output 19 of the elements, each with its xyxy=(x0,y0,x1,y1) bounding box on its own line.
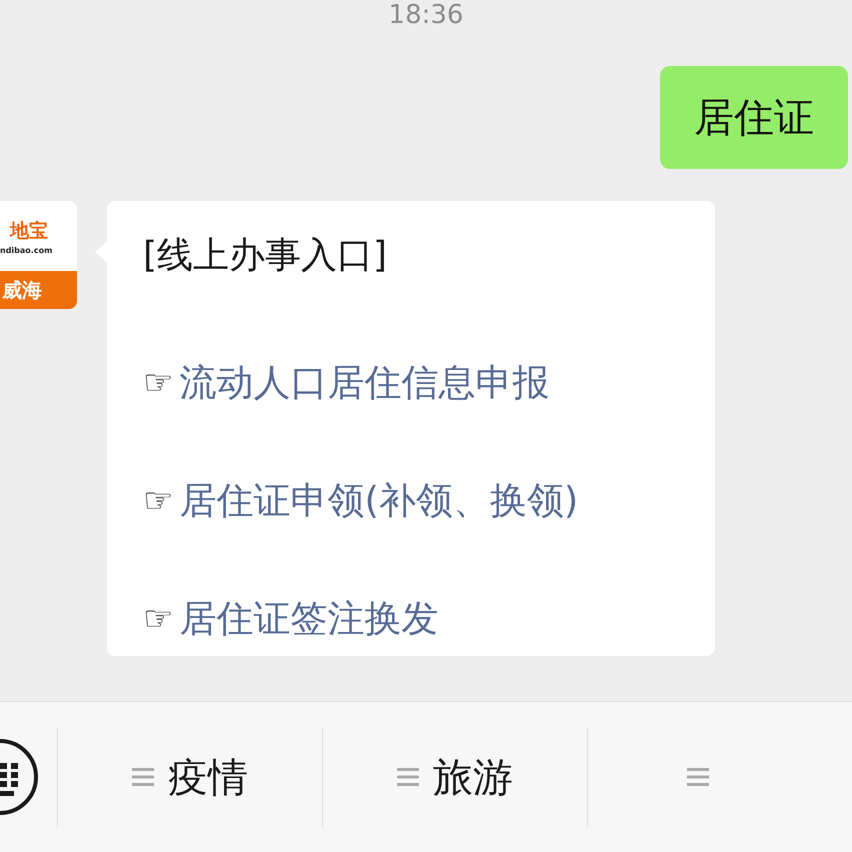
service-link[interactable]: 居住证申领(补领、换领) xyxy=(179,476,578,526)
sent-message-bubble: 居住证 xyxy=(660,66,848,169)
service-link[interactable]: 流动人口居住信息申报 xyxy=(179,358,550,408)
menu-icon xyxy=(132,766,154,788)
menu-tab[interactable]: 疫情 xyxy=(56,727,322,827)
pointing-hand-icon: ☞ xyxy=(143,599,174,639)
pointing-hand-icon: ☞ xyxy=(143,363,174,403)
message-title: [线上办事入口] xyxy=(143,234,388,278)
logo-city-text: 威海 xyxy=(0,271,77,309)
timestamp: 18:36 xyxy=(388,0,464,26)
avatar-logo[interactable]: 地宝 ndibao.com 威海 xyxy=(0,201,77,309)
menu-tab[interactable]: 旅游 xyxy=(322,727,587,827)
menu-icon xyxy=(396,766,419,788)
menu-icon xyxy=(686,766,709,788)
pointing-hand-icon: ☞ xyxy=(143,481,174,521)
service-link[interactable]: 居住证签注换发 xyxy=(179,594,438,644)
keyboard-icon xyxy=(0,737,40,817)
logo-site-text: ndibao.com xyxy=(0,246,52,254)
logo-brand-text: 地宝 xyxy=(8,218,48,244)
